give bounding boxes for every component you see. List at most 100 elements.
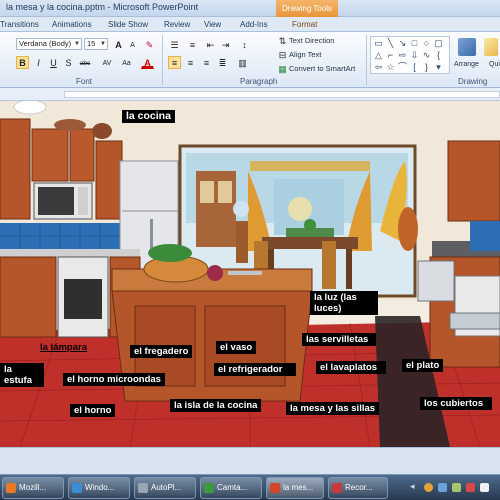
align-text-icon: ⊟ <box>278 50 287 60</box>
underline-button[interactable]: U <box>47 56 60 69</box>
oval-shape-icon[interactable]: ○ <box>421 38 432 48</box>
label-el-lavaplatos[interactable]: el lavaplatos <box>316 361 386 374</box>
text-shadow-button[interactable]: S <box>62 56 75 69</box>
tab-transitions[interactable]: Transitions <box>0 18 39 32</box>
font-size-combo[interactable]: 15 ▼ <box>84 38 108 50</box>
rounded-rect-shape-icon[interactable]: ▢ <box>433 38 444 48</box>
star-shape-icon[interactable]: ☆ <box>385 62 396 72</box>
label-el-horno-microondas[interactable]: el horno microondas <box>63 373 165 386</box>
justify-icon[interactable]: ≣ <box>216 56 229 69</box>
rectangle-shape-icon[interactable]: □ <box>409 38 420 48</box>
down-arrow-shape-icon[interactable]: ⇩ <box>409 50 420 60</box>
columns-icon[interactable]: ▥ <box>236 56 249 69</box>
shapes-gallery[interactable]: ▭ ╲ ↘ □ ○ ▢ △ ⌐ ⇨ ⇩ ∿ { ⇦ ☆ ⌒ [ } ▾ <box>370 36 450 74</box>
autoplay-icon <box>138 483 148 493</box>
grow-font-icon[interactable]: A <box>112 38 125 51</box>
tab-format[interactable]: Format <box>292 18 317 32</box>
tab-review[interactable]: Review <box>164 18 190 32</box>
decrease-indent-icon[interactable]: ⇤ <box>204 38 217 51</box>
chevron-down-icon: ▼ <box>100 41 106 47</box>
taskbar-item-powerpoint[interactable]: la mes... <box>266 477 324 499</box>
quick-styles-icon <box>484 38 498 56</box>
label-el-plato[interactable]: el plato <box>402 359 444 372</box>
taskbar-item-camtasia[interactable]: Camta... <box>200 477 262 499</box>
group-label-paragraph: Paragraph <box>240 77 278 86</box>
tray-security-icon[interactable] <box>466 483 475 492</box>
label-el-refrigerador[interactable]: el refrigerador <box>214 363 296 376</box>
label-la-luz[interactable]: la luz (las luces) <box>310 291 378 315</box>
text-box-shape-icon[interactable]: ▭ <box>373 38 384 48</box>
callout-shape-icon[interactable]: ⌒ <box>397 62 408 72</box>
font-size-value: 15 <box>87 39 96 48</box>
label-la-lampara[interactable]: la lámpara <box>36 341 91 354</box>
more-shapes-icon[interactable]: ▾ <box>433 62 444 72</box>
text-direction-button[interactable]: Text Direction <box>289 36 334 46</box>
italic-button[interactable]: I <box>32 56 45 69</box>
system-tray[interactable]: ◂ <box>410 481 496 495</box>
quick-styles-button[interactable]: Quick Styles <box>489 60 500 70</box>
taskbar-item-firefox[interactable]: Mozill... <box>2 477 64 499</box>
contextual-tab-drawing-tools: Drawing Tools <box>276 0 338 17</box>
bullets-icon[interactable]: ☰ <box>168 38 181 51</box>
brace-right-shape-icon[interactable]: } <box>421 62 432 72</box>
label-la-cocina[interactable]: la cocina <box>122 110 175 123</box>
line-shape-icon[interactable]: ╲ <box>385 38 396 48</box>
arrange-button[interactable]: Arrange <box>454 60 479 70</box>
tray-flag-icon[interactable] <box>480 483 489 492</box>
character-spacing-icon[interactable]: AV <box>98 56 116 69</box>
brace-shape-icon[interactable]: { <box>433 50 444 60</box>
increase-indent-icon[interactable]: ⇥ <box>219 38 232 51</box>
firefox-icon <box>6 483 16 493</box>
taskbar: Mozill... Windo... AutoPl... Camta... la… <box>0 474 500 500</box>
bold-button[interactable]: B <box>16 56 29 69</box>
label-la-isla-de-la-cocina[interactable]: la isla de la cocina <box>170 399 262 412</box>
align-center-icon[interactable]: ≡ <box>184 56 197 69</box>
label-el-vaso[interactable]: el vaso <box>216 341 257 354</box>
tray-app-icon[interactable] <box>424 483 433 492</box>
label-los-cubiertos[interactable]: los cubiertos <box>420 397 492 410</box>
convert-smartart-button[interactable]: Convert to SmartArt <box>289 64 355 74</box>
bracket-shape-icon[interactable]: [ <box>409 62 420 72</box>
align-left-icon[interactable]: ≡ <box>168 56 181 69</box>
label-la-estufa[interactable]: la estufa <box>0 363 44 387</box>
right-arrow-shape-icon[interactable]: ⇨ <box>397 50 408 60</box>
tab-add-ins[interactable]: Add-Ins <box>240 18 268 32</box>
line-spacing-icon[interactable]: ↕ <box>238 38 251 51</box>
align-right-icon[interactable]: ≡ <box>200 56 213 69</box>
align-text-button[interactable]: Align Text <box>289 50 321 60</box>
tab-view[interactable]: View <box>204 18 221 32</box>
kitchen-illustration <box>0 101 500 447</box>
label-el-horno[interactable]: el horno <box>70 404 116 417</box>
ruler-track <box>64 91 500 98</box>
curve-shape-icon[interactable]: ∿ <box>421 50 432 60</box>
network-icon[interactable] <box>438 483 447 492</box>
strikethrough-button[interactable]: abc <box>77 56 93 69</box>
arrow-shape-icon[interactable]: ↘ <box>397 38 408 48</box>
change-case-icon[interactable]: Aa <box>120 56 133 69</box>
tab-animations[interactable]: Animations <box>52 18 92 32</box>
group-label-font: Font <box>76 77 93 86</box>
taskbar-item-label: Camta... <box>217 483 248 492</box>
taskbar-item-autoplay[interactable]: AutoPl... <box>134 477 196 499</box>
label-el-fregadero[interactable]: el fregadero <box>130 345 193 358</box>
font-color-button[interactable]: A <box>141 56 154 69</box>
label-las-servilletas[interactable]: las servilletas <box>302 333 376 346</box>
taskbar-item-recorder[interactable]: Recor... <box>328 477 388 499</box>
font-name-combo[interactable]: Verdana (Body) ▼ <box>16 38 82 50</box>
taskbar-item-windows[interactable]: Windo... <box>68 477 130 499</box>
slide-canvas[interactable]: la cocina la luz (las luces) la lámpara … <box>0 101 500 447</box>
label-la-mesa-y-las-sillas[interactable]: la mesa y las sillas <box>286 402 380 415</box>
left-arrow-shape-icon[interactable]: ⇦ <box>373 62 384 72</box>
triangle-shape-icon[interactable]: △ <box>373 50 384 60</box>
corner-shape-icon[interactable]: ⌐ <box>385 50 396 60</box>
chevron-down-icon: ▼ <box>74 41 80 47</box>
ribbon-tabs: Transitions Animations Slide Show Review… <box>0 17 500 32</box>
taskbar-item-label: la mes... <box>283 483 314 492</box>
numbering-icon[interactable]: ≡ <box>186 38 199 51</box>
volume-icon[interactable] <box>452 483 461 492</box>
tray-expand-icon[interactable]: ◂ <box>410 481 415 492</box>
clear-formatting-icon[interactable]: ✎ <box>143 38 156 51</box>
shrink-font-icon[interactable]: A <box>126 38 139 51</box>
horizontal-ruler[interactable] <box>0 88 500 101</box>
tab-slide-show[interactable]: Slide Show <box>108 18 148 32</box>
